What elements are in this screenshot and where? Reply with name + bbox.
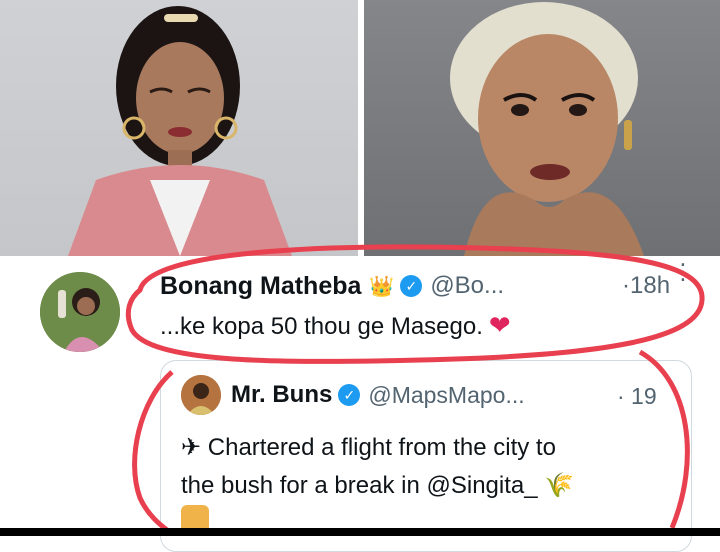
photo-collage bbox=[0, 0, 720, 258]
timestamp[interactable]: ·18h bbox=[622, 272, 670, 300]
tweet-text-body: ...ke kopa 50 thou ge Masego. bbox=[160, 313, 483, 340]
handle[interactable]: @Bo... bbox=[430, 272, 504, 300]
quoted-timestamp[interactable]: · 19 bbox=[617, 383, 657, 410]
avatar-photo-icon bbox=[40, 272, 120, 352]
verified-badge-icon: ✓ bbox=[400, 275, 423, 297]
display-name[interactable]: Bonang Matheba bbox=[160, 272, 361, 301]
quoted-text-line2: the bush for a break in @Singita_ 🌾 bbox=[181, 472, 575, 499]
quoted-handle[interactable]: @MapsMapo... bbox=[368, 382, 524, 409]
woman-pink-jacket-illustration bbox=[68, 6, 292, 256]
avatar[interactable] bbox=[40, 272, 120, 352]
crown-emoji: 👑 bbox=[369, 275, 395, 298]
heart-emoji: ❤ bbox=[488, 310, 511, 340]
tweet-header: Bonang Matheba 👑 ✓ @Bo... bbox=[160, 270, 504, 302]
quoted-display-name[interactable]: Mr. Buns bbox=[231, 381, 332, 409]
woman-blonde-hair-illustration bbox=[450, 2, 644, 256]
quoted-avatar-photo-icon bbox=[181, 375, 221, 415]
quoted-tweet[interactable]: Mr. Buns ✓ @MapsMapo... · 19 ✈ Chartered… bbox=[160, 360, 692, 552]
quoted-header: Mr. Buns ✓ @MapsMapo... bbox=[231, 381, 525, 409]
tweet-text: ...ke kopa 50 thou ge Masego. ❤ bbox=[160, 310, 511, 341]
quoted-avatar[interactable] bbox=[181, 375, 221, 415]
bottom-edge-bar bbox=[0, 528, 720, 536]
photo-right bbox=[364, 0, 720, 256]
photo-left bbox=[0, 0, 358, 256]
quoted-text: ✈ Chartered a flight from the city to th… bbox=[181, 429, 681, 505]
verified-badge-icon: ✓ bbox=[338, 384, 361, 406]
quoted-text-line1: ✈ Chartered a flight from the city to bbox=[181, 434, 556, 461]
more-options-icon[interactable]: ⋮ bbox=[672, 261, 694, 283]
